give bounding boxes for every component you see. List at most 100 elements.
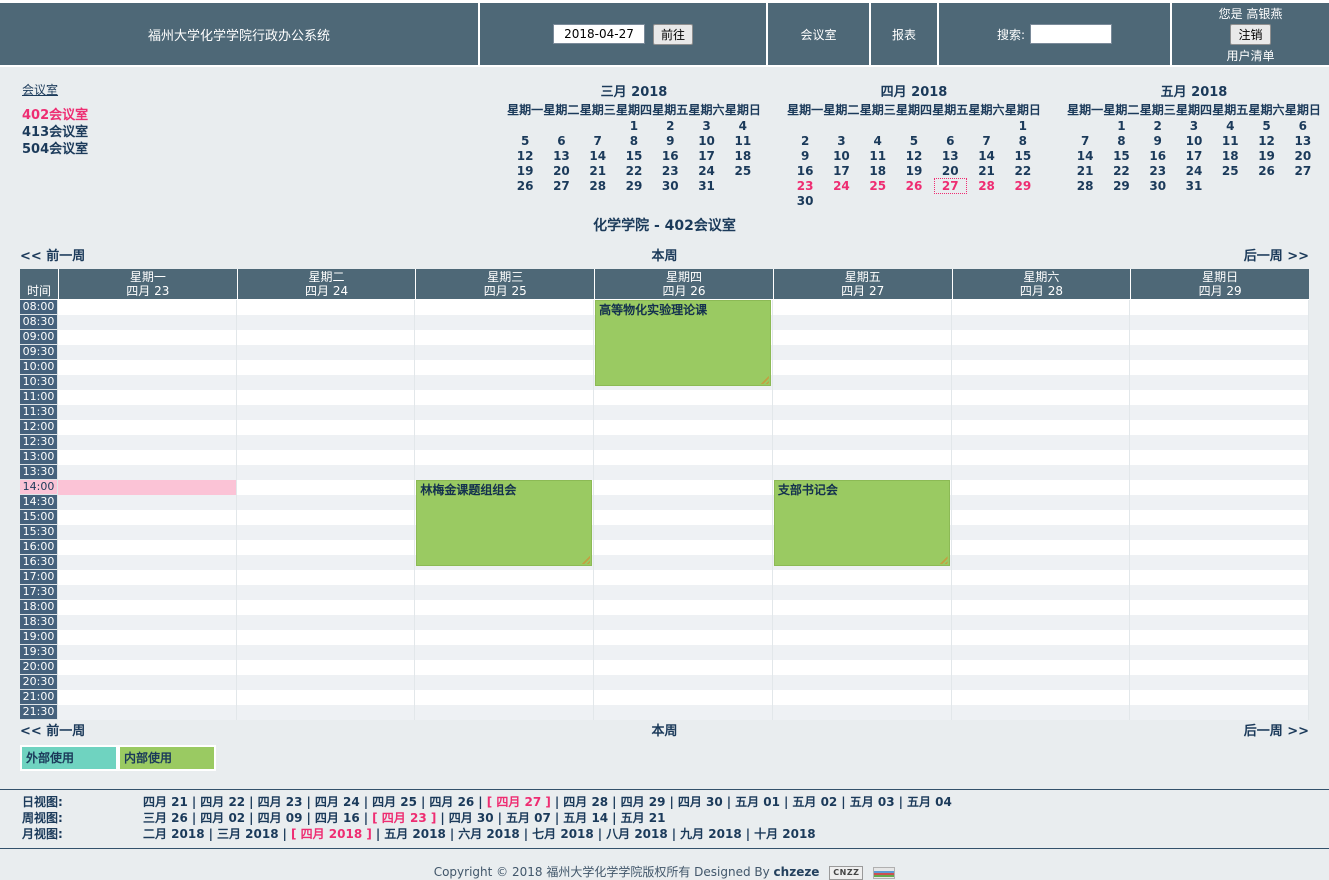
time-slot-cell[interactable]: [952, 660, 1131, 675]
view-nav-link[interactable]: 四月 16: [315, 811, 360, 825]
time-slot-cell[interactable]: [58, 405, 237, 420]
calendar-date[interactable]: 7: [580, 133, 616, 148]
time-slot-cell[interactable]: [237, 345, 416, 360]
time-slot-cell[interactable]: [952, 435, 1131, 450]
calendar-date[interactable]: 29: [1005, 178, 1041, 193]
calendar-date[interactable]: 6: [543, 133, 579, 148]
event-block[interactable]: 高等物化实验理论课: [595, 300, 771, 386]
time-slot-cell[interactable]: [594, 585, 773, 600]
time-slot-cell[interactable]: [773, 645, 952, 660]
view-nav-link[interactable]: 五月 03: [850, 795, 895, 809]
time-slot-cell[interactable]: [58, 375, 237, 390]
time-slot-cell[interactable]: [237, 495, 416, 510]
time-slot-cell[interactable]: [237, 510, 416, 525]
time-slot-cell[interactable]: [415, 675, 594, 690]
time-slot-cell[interactable]: [237, 570, 416, 585]
calendar-date[interactable]: 24: [688, 163, 724, 178]
time-slot-cell[interactable]: [415, 645, 594, 660]
time-slot-cell[interactable]: [594, 525, 773, 540]
calendar-date[interactable]: 14: [1067, 148, 1103, 163]
time-slot-cell[interactable]: [952, 570, 1131, 585]
view-nav-link[interactable]: 四月 09: [258, 811, 303, 825]
calendar-date[interactable]: 16: [1140, 148, 1176, 163]
calendar-date[interactable]: 27: [932, 178, 968, 193]
time-slot-cell[interactable]: [415, 360, 594, 375]
view-nav-link[interactable]: 五月 21: [621, 811, 666, 825]
time-slot-cell[interactable]: [1130, 585, 1309, 600]
time-slot-cell[interactable]: [237, 555, 416, 570]
view-nav-link[interactable]: 四月 23: [258, 795, 303, 809]
view-nav-link[interactable]: 四月 22: [200, 795, 245, 809]
calendar-date[interactable]: 26: [507, 178, 543, 193]
calendar-date[interactable]: 17: [1176, 148, 1212, 163]
time-slot-cell[interactable]: [58, 690, 237, 705]
time-slot-cell[interactable]: [1130, 345, 1309, 360]
time-slot-cell[interactable]: [415, 300, 594, 315]
time-slot-cell[interactable]: [773, 630, 952, 645]
time-label[interactable]: 13:00: [20, 450, 58, 465]
calendar-date[interactable]: 1: [1103, 118, 1139, 133]
time-slot-cell[interactable]: [415, 615, 594, 630]
time-slot-cell[interactable]: [952, 630, 1131, 645]
time-slot-cell[interactable]: [952, 585, 1131, 600]
time-slot-cell[interactable]: [58, 660, 237, 675]
time-slot-cell[interactable]: [415, 375, 594, 390]
calendar-date[interactable]: 10: [823, 148, 859, 163]
time-slot-cell[interactable]: [415, 405, 594, 420]
time-slot-cell[interactable]: [58, 525, 237, 540]
time-slot-cell[interactable]: [1130, 705, 1309, 720]
calendar-date[interactable]: 26: [1248, 163, 1284, 178]
time-slot-cell[interactable]: [952, 480, 1131, 495]
nav-report[interactable]: 报表: [871, 3, 937, 65]
day-column-header[interactable]: 星期六四月 28: [952, 269, 1131, 299]
user-list-link[interactable]: 用户清单: [1226, 47, 1274, 64]
calendar-date[interactable]: 16: [787, 163, 823, 178]
resize-handle-icon[interactable]: [581, 555, 590, 564]
calendar-date[interactable]: 19: [507, 163, 543, 178]
time-label[interactable]: 16:30: [20, 555, 58, 570]
day-column-header[interactable]: 星期二四月 24: [237, 269, 416, 299]
calendar-date[interactable]: 9: [1140, 133, 1176, 148]
time-slot-cell[interactable]: [1130, 510, 1309, 525]
calendar-date[interactable]: 5: [507, 133, 543, 148]
calendar-date[interactable]: 3: [688, 118, 724, 133]
calendar-date[interactable]: 21: [968, 163, 1004, 178]
time-slot-cell[interactable]: [1130, 390, 1309, 405]
time-slot-cell[interactable]: [594, 450, 773, 465]
current-week-link[interactable]: 本周: [220, 245, 1109, 264]
time-slot-cell[interactable]: [415, 450, 594, 465]
calendar-date[interactable]: 9: [787, 148, 823, 163]
calendar-date[interactable]: 5: [896, 133, 932, 148]
day-column-header[interactable]: 星期五四月 27: [773, 269, 952, 299]
time-slot-cell[interactable]: [237, 435, 416, 450]
time-slot-cell[interactable]: [1130, 435, 1309, 450]
time-slot-cell[interactable]: [237, 675, 416, 690]
calendar-date[interactable]: 25: [725, 163, 761, 178]
time-slot-cell[interactable]: [58, 675, 237, 690]
calendar-date[interactable]: 20: [1285, 148, 1321, 163]
time-slot-cell[interactable]: [58, 615, 237, 630]
view-nav-link[interactable]: [ 四月 23 ]: [372, 811, 436, 825]
time-slot-cell[interactable]: [594, 570, 773, 585]
nav-meeting-rooms[interactable]: 会议室: [768, 3, 869, 65]
time-slot-cell[interactable]: [594, 630, 773, 645]
time-slot-cell[interactable]: [952, 495, 1131, 510]
time-slot-cell[interactable]: [237, 615, 416, 630]
time-slot-cell[interactable]: [594, 420, 773, 435]
calendar-date[interactable]: 11: [725, 133, 761, 148]
calendar-date[interactable]: 18: [860, 163, 896, 178]
calendar-date[interactable]: 29: [616, 178, 652, 193]
calendar-date[interactable]: 4: [725, 118, 761, 133]
resize-handle-icon[interactable]: [760, 375, 769, 384]
time-slot-cell[interactable]: [58, 480, 237, 495]
time-slot-cell[interactable]: [58, 420, 237, 435]
time-slot-cell[interactable]: [594, 435, 773, 450]
time-slot-cell[interactable]: [773, 660, 952, 675]
time-slot-cell[interactable]: [594, 660, 773, 675]
calendar-date[interactable]: 24: [823, 178, 859, 193]
calendar-date[interactable]: 9: [652, 133, 688, 148]
time-slot-cell[interactable]: [1130, 600, 1309, 615]
time-slot-cell[interactable]: [415, 705, 594, 720]
view-nav-link[interactable]: 五月 07: [506, 811, 551, 825]
time-slot-cell[interactable]: [237, 630, 416, 645]
